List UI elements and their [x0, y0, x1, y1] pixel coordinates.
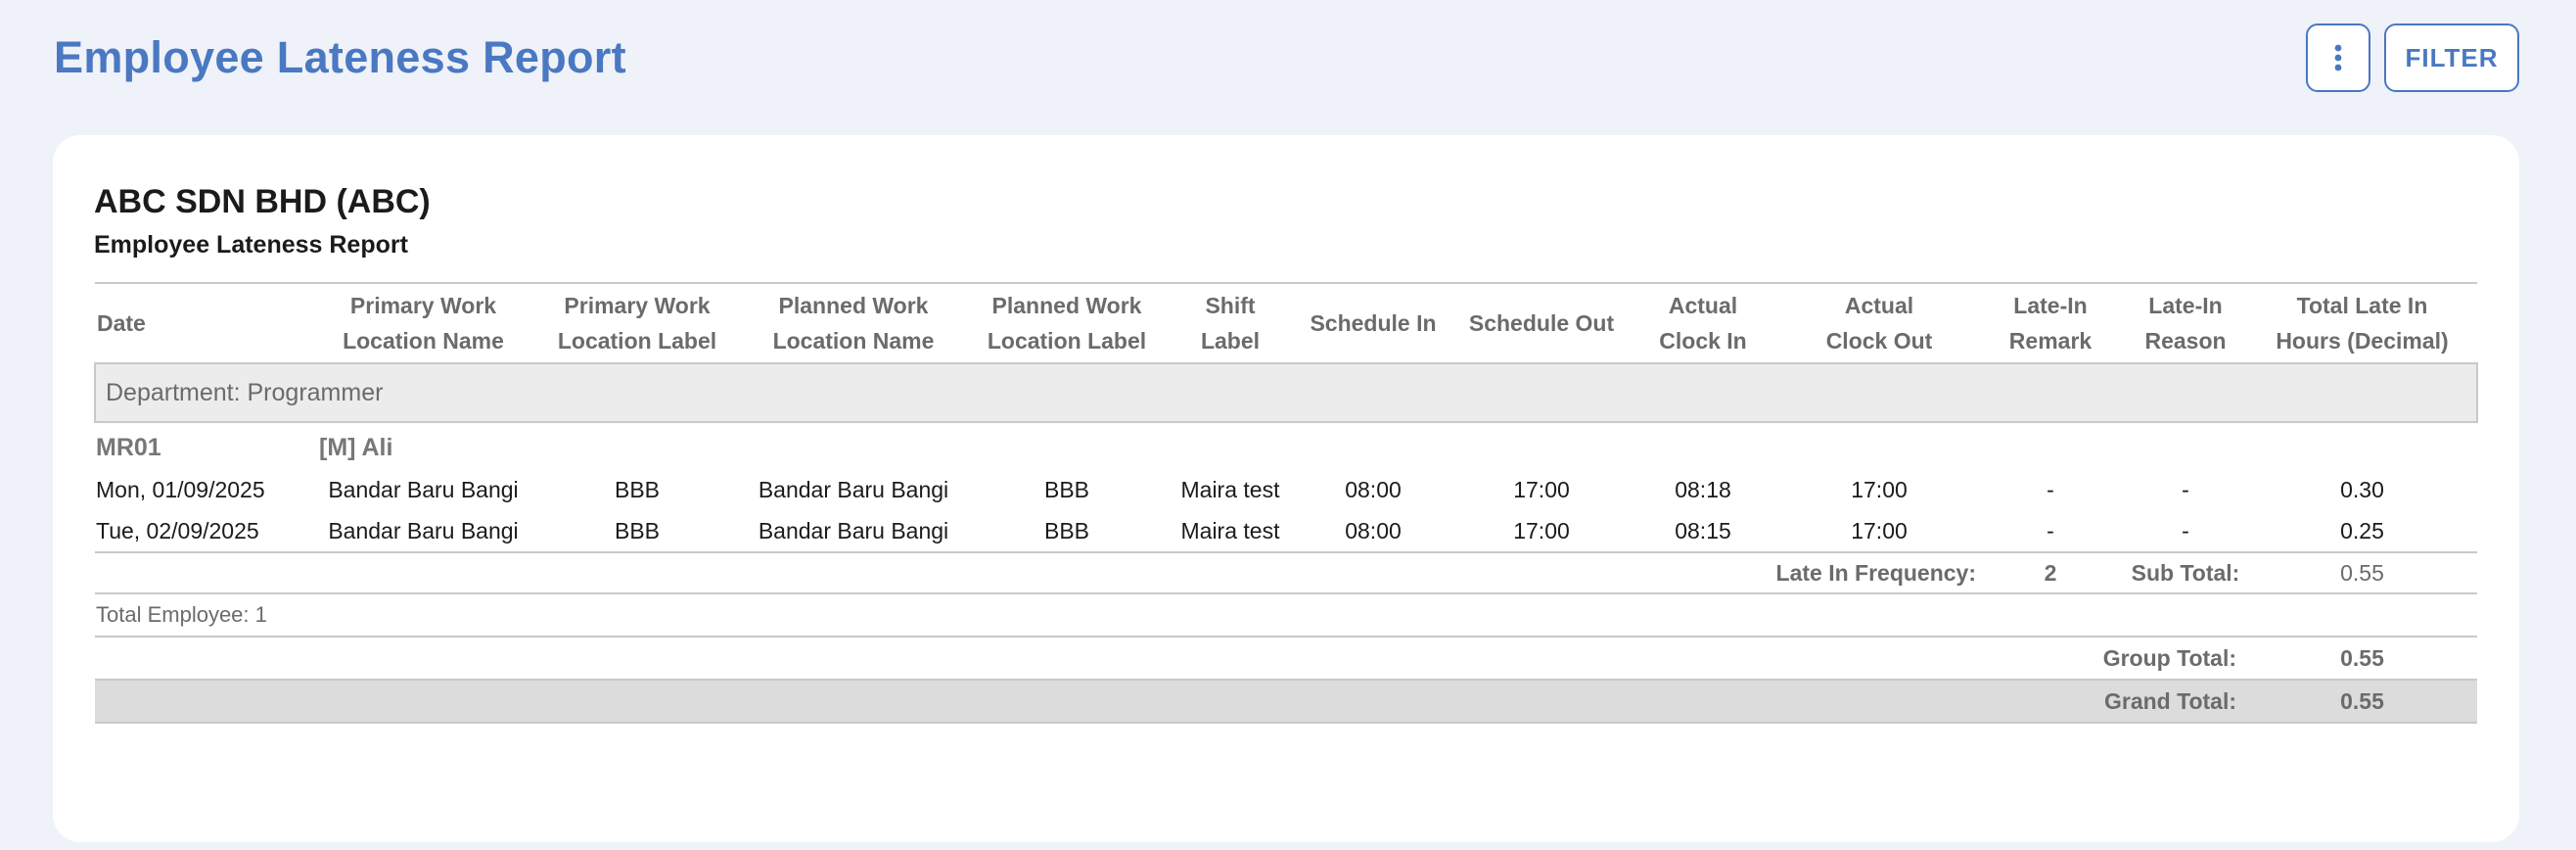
grand-total-label: Grand Total: [95, 680, 2247, 724]
cell-schedule-in: 08:00 [1345, 476, 1402, 502]
column-header: Planned Work Location Label [987, 293, 1147, 354]
cell-planned-location-label: BBB [1043, 476, 1090, 502]
table-header-row: Date Primary Work Location Name Primary W… [95, 283, 2477, 363]
table-row: Mon, 01/09/2025 Bandar Baru Bangi BBB Ba… [95, 469, 2477, 510]
column-header: Schedule In [1310, 310, 1437, 336]
table-row: Tue, 02/09/2025 Bandar Baru Bangi BBB Ba… [95, 510, 2477, 552]
cell-late-reason: - [2182, 517, 2189, 543]
grand-total-row: Grand Total: 0.55 [95, 680, 2477, 724]
cell-shift-label: Maira test [1180, 476, 1280, 502]
subtotal-value: 0.55 [2247, 551, 2477, 594]
cell-actual-out: 17:00 [1851, 517, 1908, 543]
column-header: Total Late In Hours (Decimal) [2276, 293, 2449, 354]
column-header: Actual Clock In [1659, 293, 1747, 354]
cell-primary-location-label: BBB [614, 476, 661, 502]
department-label: Department: Programmer [94, 362, 2478, 423]
cell-planned-location-name: Bandar Baru Bangi [758, 517, 949, 543]
column-header: Late-In Reason [2144, 293, 2227, 354]
group-total-label: Group Total: [95, 637, 2247, 681]
late-frequency-label: Late In Frequency: [95, 551, 1977, 594]
group-total-row: Group Total: 0.55 [95, 637, 2477, 681]
column-header: Schedule Out [1468, 310, 1615, 336]
cell-late-remark: - [2047, 517, 2054, 543]
column-header: Planned Work Location Name [772, 293, 935, 354]
report-subtitle: Employee Lateness Report [94, 231, 408, 259]
header-actions: FILTER [2306, 24, 2519, 92]
report-page: Employee Lateness Report FILTER ABC SDN … [0, 0, 2576, 850]
subtotal-label: Sub Total: [2124, 551, 2247, 594]
total-employee-row: Total Employee: 1 [95, 593, 2477, 638]
filter-button[interactable]: FILTER [2384, 24, 2519, 92]
cell-late-hours: 0.30 [2340, 476, 2384, 502]
total-employee-label: Total Employee: 1 [95, 593, 2477, 638]
page-header: Employee Lateness Report FILTER [54, 24, 2519, 92]
employee-name: [M] Ali [319, 433, 393, 461]
subtotal-row: Late In Frequency: 2 Sub Total: 0.55 [95, 551, 2477, 594]
cell-actual-in: 08:15 [1675, 517, 1731, 543]
cell-late-reason: - [2182, 476, 2189, 502]
cell-actual-in: 08:18 [1675, 476, 1731, 502]
cell-planned-location-name: Bandar Baru Bangi [758, 476, 949, 502]
cell-schedule-out: 17:00 [1513, 476, 1570, 502]
column-header: Primary Work Location Name [343, 293, 504, 354]
more-options-button[interactable] [2306, 24, 2370, 92]
cell-schedule-in: 08:00 [1345, 517, 1402, 543]
column-header: Actual Clock Out [1825, 293, 1933, 354]
cell-late-hours: 0.25 [2340, 517, 2384, 543]
cell-schedule-out: 17:00 [1513, 517, 1570, 543]
cell-shift-label: Maira test [1180, 517, 1280, 543]
cell-late-remark: - [2047, 476, 2054, 502]
cell-planned-location-label: BBB [1043, 517, 1090, 543]
column-header: Primary Work Location Label [557, 293, 717, 354]
cell-primary-location-name: Bandar Baru Bangi [328, 476, 519, 502]
cell-date: Tue, 02/09/2025 [96, 517, 259, 543]
grand-total-value: 0.55 [2247, 680, 2477, 724]
cell-primary-location-label: BBB [614, 517, 661, 543]
employee-code: MR01 [96, 433, 161, 461]
page-title: Employee Lateness Report [54, 32, 626, 82]
cell-primary-location-name: Bandar Baru Bangi [328, 517, 519, 543]
report-card: ABC SDN BHD (ABC) Employee Lateness Repo… [53, 135, 2519, 842]
vertical-ellipsis-icon [2334, 44, 2342, 71]
late-frequency-value: 2 [1977, 551, 2124, 594]
group-total-value: 0.55 [2247, 637, 2477, 681]
employee-row: MR01 [M] Ali [95, 422, 2477, 469]
department-row: Department: Programmer [94, 362, 2478, 423]
cell-actual-out: 17:00 [1851, 476, 1908, 502]
column-header: Date [97, 310, 146, 336]
column-header: Shift Label [1200, 293, 1261, 354]
cell-date: Mon, 01/09/2025 [96, 476, 265, 502]
column-header: Late-In Remark [2008, 293, 2093, 354]
company-name: ABC SDN BHD (ABC) [94, 183, 431, 220]
lateness-table: Date Primary Work Location Name Primary W… [94, 282, 2478, 724]
